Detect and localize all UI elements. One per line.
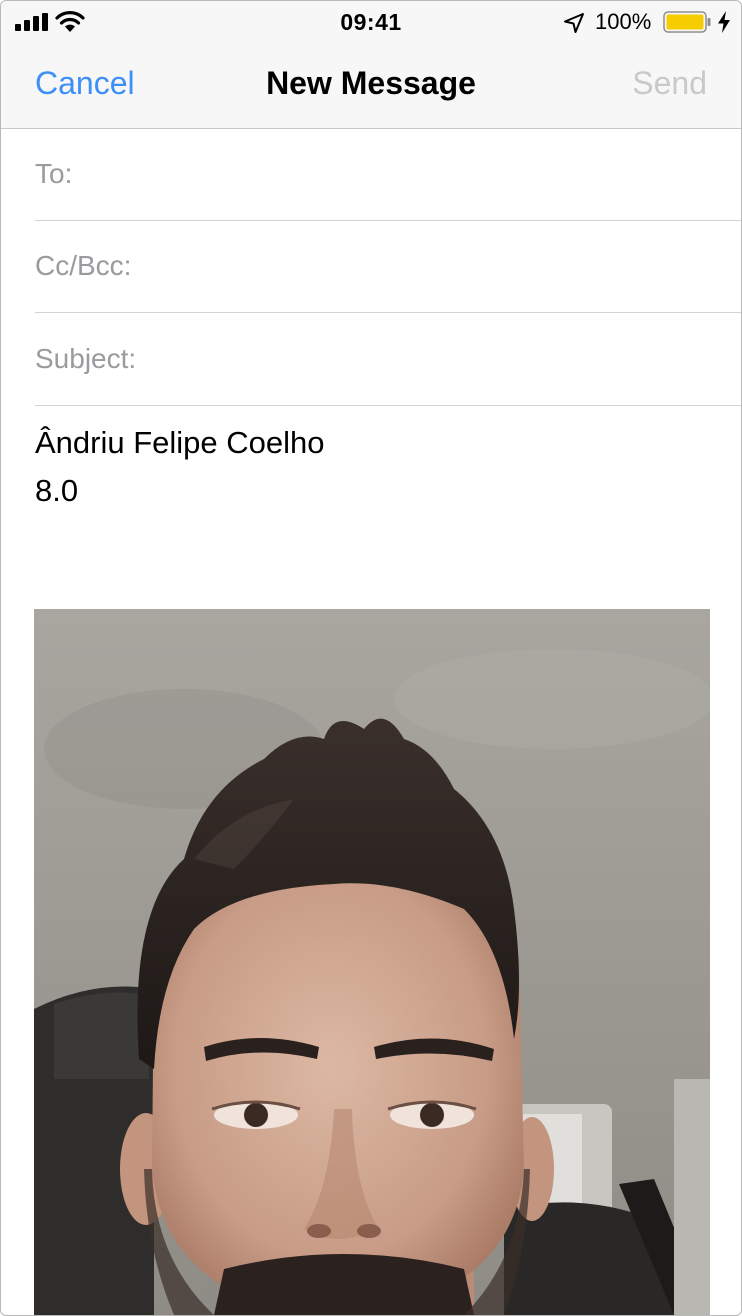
navigation-bar: Cancel New Message Send xyxy=(1,43,741,129)
mail-compose-screen: 09:41 100% Cancel New Message Send To: C… xyxy=(0,0,742,1316)
subject-field-row[interactable]: Subject: xyxy=(35,314,741,406)
to-field-row[interactable]: To: xyxy=(35,129,741,221)
battery-percentage: 100% xyxy=(595,9,652,34)
message-body-line-name[interactable]: Ândriu Felipe Coelho xyxy=(35,425,325,461)
page-title: New Message xyxy=(266,65,476,101)
status-bar: 09:41 100% xyxy=(1,1,741,43)
message-body-line-version[interactable]: 8.0 xyxy=(35,473,78,509)
subject-input[interactable] xyxy=(185,334,709,386)
to-label: To: xyxy=(35,158,73,189)
battery-icon xyxy=(663,11,711,33)
charging-bolt-icon xyxy=(718,11,730,33)
cc-bcc-input[interactable] xyxy=(185,241,709,293)
cc-bcc-label: Cc/Bcc: xyxy=(35,250,132,281)
attached-photo[interactable] xyxy=(34,609,710,1315)
cc-bcc-field-row[interactable]: Cc/Bcc: xyxy=(35,221,741,313)
subject-label: Subject: xyxy=(35,343,137,374)
location-arrow-icon xyxy=(564,13,584,33)
send-button[interactable]: Send xyxy=(632,65,707,102)
to-input[interactable] xyxy=(185,149,709,201)
